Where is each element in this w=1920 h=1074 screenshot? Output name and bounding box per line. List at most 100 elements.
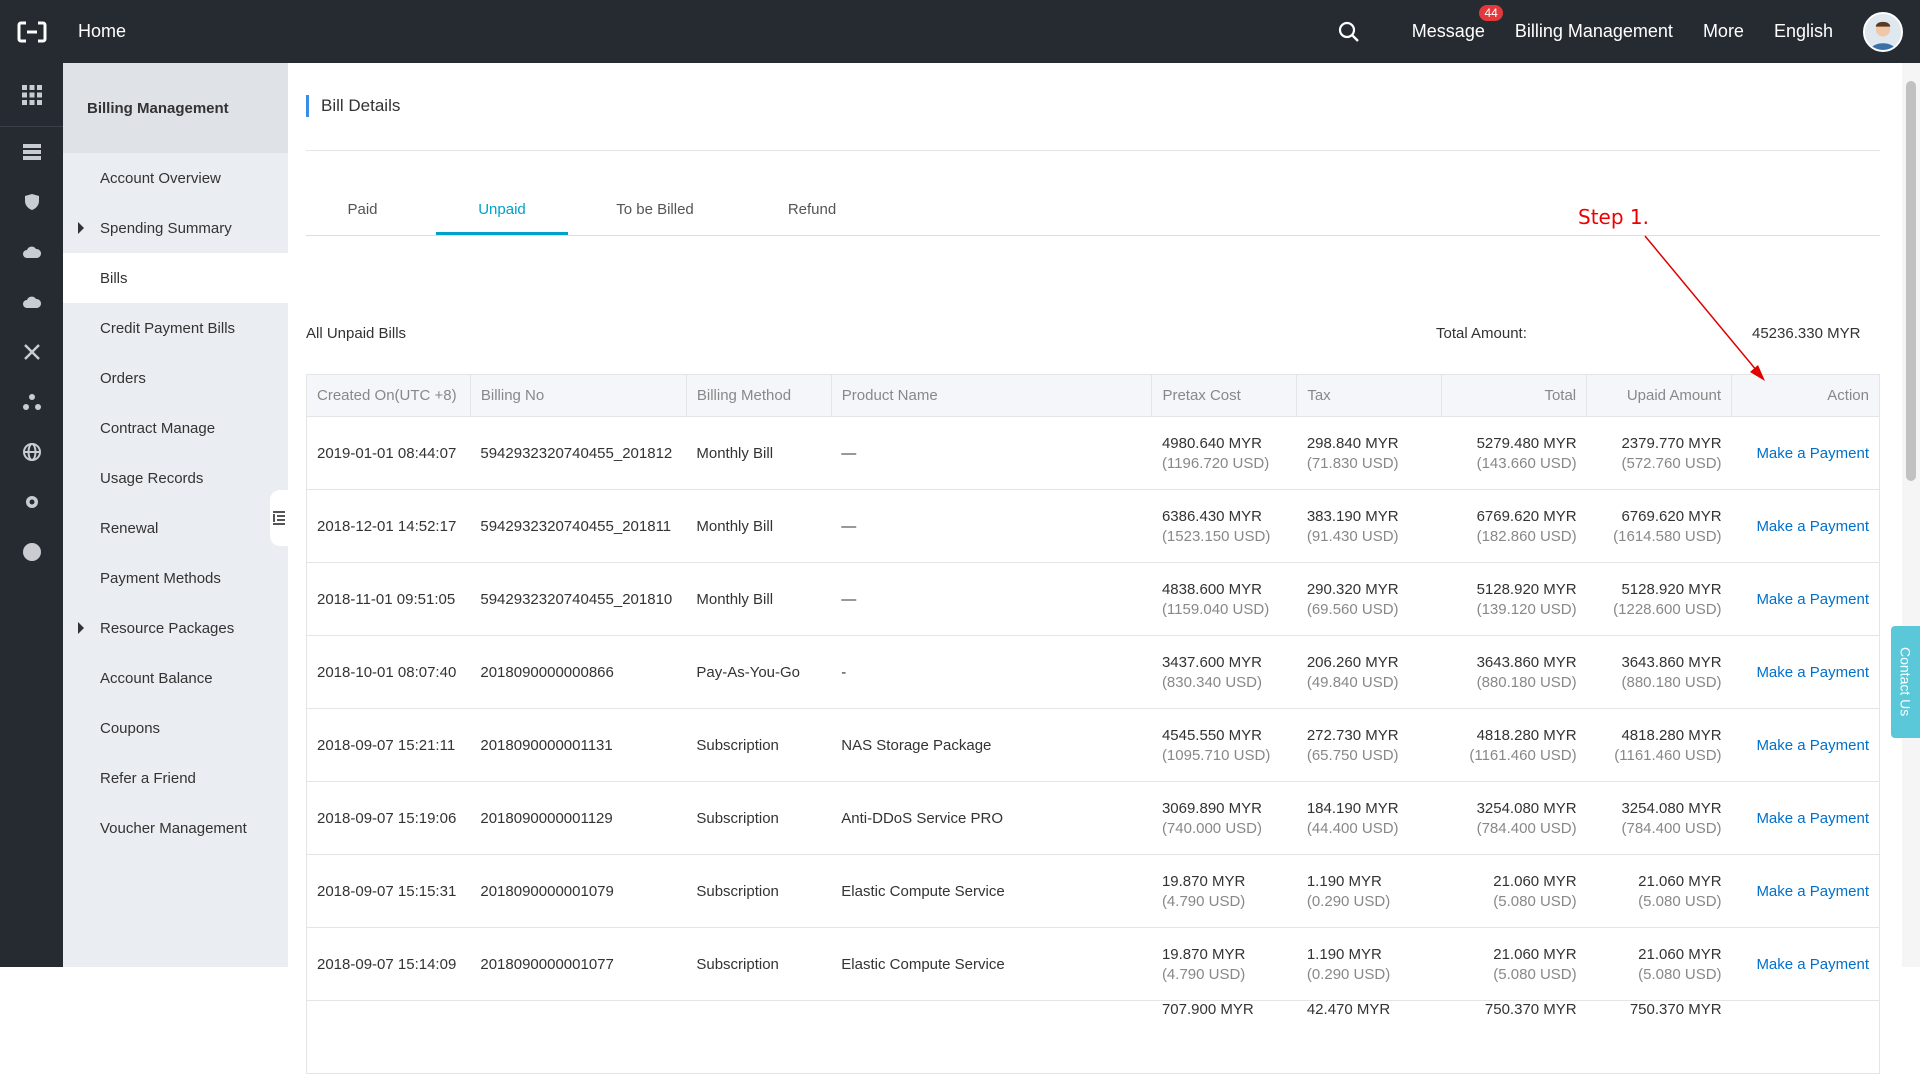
billing-management-link[interactable]: Billing Management — [1515, 21, 1673, 42]
table-cell: 2018-11-01 09:51:05 — [306, 562, 471, 636]
make-payment-link[interactable]: Make a Payment — [1756, 883, 1869, 900]
sidebar-item-label: Resource Packages — [100, 619, 235, 637]
cloud-icon[interactable] — [0, 227, 63, 277]
sidebar-item-credit-payment-bills[interactable]: Credit Payment Bills — [63, 303, 288, 353]
unpaid-amount-value: 3254.080 MYR — [1621, 799, 1722, 817]
avatar[interactable] — [1863, 11, 1903, 52]
unpaid-amount-value: 3643.860 MYR — [1621, 653, 1722, 671]
page-scrollbar[interactable] — [1902, 63, 1920, 967]
table-cell: 4545.550 MYR (1095.710 USD) — [1151, 708, 1297, 782]
sidebar-item-usage-records[interactable]: Usage Records — [63, 453, 288, 503]
created-on-value: 2018-09-07 15:15:31 — [317, 882, 457, 900]
table-cell: 3254.080 MYR (784.400 USD) — [1441, 781, 1587, 855]
tab-to-be-billed[interactable]: To be Billed — [585, 186, 725, 235]
all-products-icon[interactable] — [0, 63, 63, 127]
tax-value: 1.190 MYR — [1306, 945, 1382, 963]
sidebar-item-label: Account Overview — [100, 169, 221, 187]
search-icon[interactable] — [1338, 21, 1360, 43]
table-cell: 1.190 MYR (0.290 USD) — [1296, 854, 1442, 928]
pretax-cost-value: 4980.640 MYR — [1161, 434, 1263, 452]
billing-sidebar: Billing Management Account Overview Spen… — [63, 63, 288, 967]
page-header: Bill Details — [306, 63, 1880, 151]
make-payment-link[interactable]: Make a Payment — [1756, 445, 1869, 462]
shield-icon[interactable] — [0, 177, 63, 227]
sidebar-item-refer-a-friend[interactable]: Refer a Friend — [63, 753, 288, 803]
sidebar-item-renewal[interactable]: Renewal — [63, 503, 288, 553]
gear-cloud-icon[interactable] — [0, 477, 63, 527]
table-cell: 5128.920 MYR (139.120 USD) — [1441, 562, 1587, 636]
make-payment-link[interactable]: Make a Payment — [1756, 737, 1869, 754]
circle-icon[interactable] — [0, 527, 63, 577]
globe-icon[interactable] — [0, 427, 63, 477]
table-cell: 5942932320740455_201810 — [470, 562, 687, 636]
sidebar-item-voucher-management[interactable]: Voucher Management — [63, 803, 288, 853]
sidebar-item-orders[interactable]: Orders — [63, 353, 288, 403]
table-cell: 42.470 MYR — [1296, 1000, 1442, 1074]
billing-no-value: 5942932320740455_201811 — [480, 517, 672, 535]
unpaid-amount-usd: (5.080 USD) — [1638, 965, 1722, 983]
scrollbar-thumb[interactable] — [1906, 81, 1916, 481]
home-link[interactable]: Home — [78, 21, 126, 42]
table-cell: 707.900 MYR — [1151, 1000, 1297, 1074]
make-payment-link[interactable]: Make a Payment — [1756, 810, 1869, 827]
network-icon[interactable] — [0, 377, 63, 427]
pretax-cost-value: 6386.430 MYR — [1161, 507, 1263, 525]
created-on-value: 2018-10-01 08:07:40 — [317, 663, 457, 681]
product-name-value: Elastic Compute Service — [841, 882, 1005, 900]
sidebar-item-label: Bills — [100, 269, 128, 287]
make-payment-link[interactable]: Make a Payment — [1756, 518, 1869, 535]
product-name-value: — — [841, 517, 857, 535]
table-cell: 2018-10-01 08:07:40 — [306, 635, 471, 709]
table-cell: 19.870 MYR (4.790 USD) — [1151, 927, 1297, 1001]
sidebar-item-payment-methods[interactable]: Payment Methods — [63, 553, 288, 603]
pretax-cost-value: 19.870 MYR — [1161, 945, 1246, 963]
total-usd: (880.180 USD) — [1476, 673, 1577, 691]
sidebar-item-coupons[interactable]: Coupons — [63, 703, 288, 753]
tools-icon[interactable] — [0, 327, 63, 377]
message-link[interactable]: Message 44 — [1412, 5, 1503, 42]
table-cell: 5128.920 MYR (1228.600 USD) — [1586, 562, 1732, 636]
unpaid-amount-usd: (1614.580 USD) — [1613, 527, 1722, 545]
console-logo-icon[interactable] — [0, 0, 63, 63]
tax-usd: (69.560 USD) — [1306, 600, 1399, 618]
server-icon[interactable] — [0, 127, 63, 177]
column-header: Created On(UTC +8) — [306, 374, 471, 417]
unpaid-amount-value: 2379.770 MYR — [1621, 434, 1722, 452]
more-menu[interactable]: More — [1703, 21, 1744, 42]
language-selector[interactable]: English — [1774, 21, 1833, 42]
table-header-row: Created On(UTC +8) Billing No Billing Me… — [306, 374, 1880, 417]
make-payment-link[interactable]: Make a Payment — [1756, 591, 1869, 608]
sidebar-item-label: Renewal — [100, 519, 159, 537]
sidebar-item-account-balance[interactable]: Account Balance — [63, 653, 288, 703]
total-value: 750.370 MYR — [1484, 1001, 1577, 1018]
sidebar-item-contract-manage[interactable]: Contract Manage — [63, 403, 288, 453]
tab-unpaid[interactable]: Unpaid — [436, 186, 568, 235]
caret-right-icon — [78, 622, 84, 634]
pretax-cost-usd: (830.340 USD) — [1161, 673, 1262, 691]
make-payment-link[interactable]: Make a Payment — [1756, 956, 1869, 973]
contact-us-button[interactable]: Contact Us — [1891, 626, 1920, 738]
table-cell: Make a Payment — [1731, 562, 1880, 636]
sidebar-item-account-overview[interactable]: Account Overview — [63, 153, 288, 203]
tax-value: 42.470 MYR — [1306, 1001, 1391, 1018]
cloud-upload-icon[interactable] — [0, 277, 63, 327]
caret-right-icon — [78, 222, 84, 234]
sidebar-item-bills[interactable]: Bills — [63, 253, 288, 303]
billing-method-value: Monthly Bill — [696, 590, 774, 608]
table-cell: 3069.890 MYR (740.000 USD) — [1151, 781, 1297, 855]
billing-no-value: 2018090000001079 — [480, 882, 614, 900]
billing-method-value: Subscription — [696, 736, 779, 754]
tab-refund[interactable]: Refund — [742, 186, 882, 235]
unpaid-bills-table: Created On(UTC +8) Billing No Billing Me… — [306, 374, 1880, 1074]
make-payment-link[interactable]: Make a Payment — [1756, 664, 1869, 681]
sidebar-item-spending-summary[interactable]: Spending Summary — [63, 203, 288, 253]
table-cell: Subscription — [686, 854, 832, 928]
tab-paid[interactable]: Paid — [306, 186, 419, 235]
table-row: 2018-11-01 09:51:05 5942932320740455_2018… — [306, 562, 1880, 636]
sidebar-item-resource-packages[interactable]: Resource Packages — [63, 603, 288, 653]
page-title: Bill Details — [306, 95, 400, 117]
sidebar-item-label: Refer a Friend — [100, 769, 196, 787]
sidebar-collapse-handle[interactable] — [270, 490, 288, 546]
table-cell — [306, 1000, 471, 1074]
billing-no-value: 5942932320740455_201812 — [480, 444, 673, 462]
